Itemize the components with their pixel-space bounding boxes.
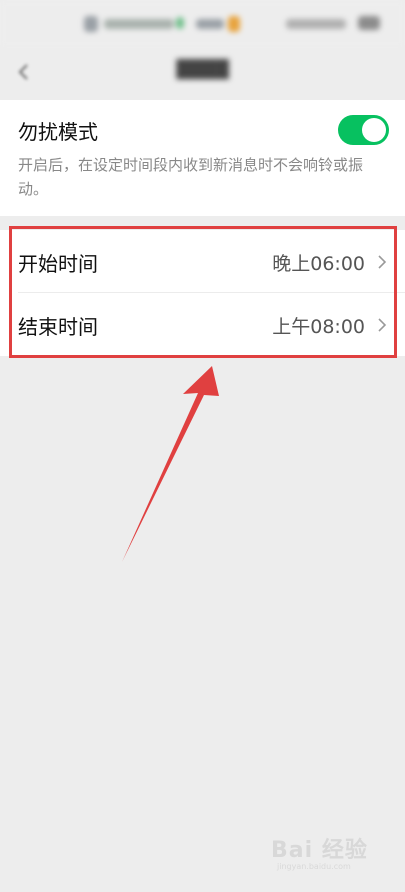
- watermark-brand: Bai 经验: [271, 838, 368, 863]
- status-bar: [0, 0, 405, 48]
- navigation-bar: ████: [0, 48, 405, 96]
- annotation-highlight-box: [9, 226, 397, 358]
- dnd-description: 开启后，在设定时间段内收到新消息时不会响铃或振动。: [18, 156, 364, 198]
- page-title: ████: [176, 60, 229, 80]
- baidu-watermark: Bai 经验 jingyan.baidu.com: [271, 830, 381, 878]
- dnd-title: 勿扰模式: [18, 120, 98, 144]
- watermark-url: jingyan.baidu.com: [277, 862, 351, 871]
- toggle-knob: [362, 118, 386, 142]
- dnd-toggle[interactable]: [338, 115, 389, 145]
